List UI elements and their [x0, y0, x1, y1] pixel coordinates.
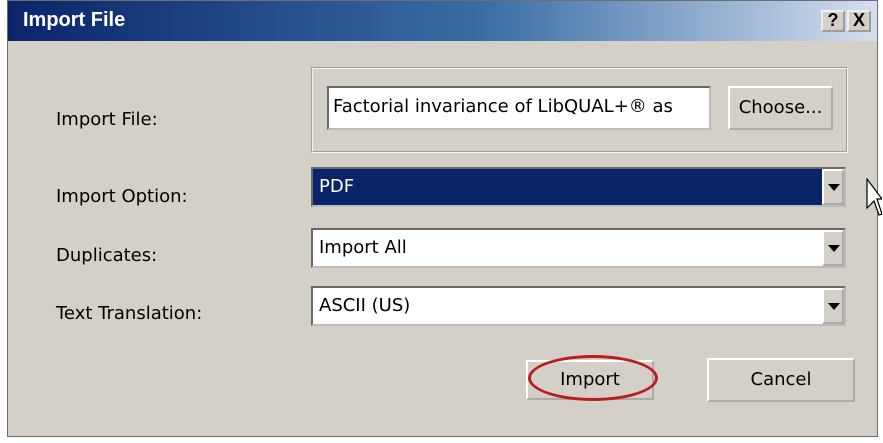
import-option-label: Import Option: — [56, 186, 188, 207]
annotation-highlight — [528, 355, 658, 401]
dropdown-arrow-icon[interactable] — [822, 169, 844, 205]
import-option-value: PDF — [319, 176, 355, 197]
import-file-field[interactable]: Factorial invariance of LibQUAL+® as — [327, 86, 711, 130]
choose-button[interactable]: Choose... — [728, 86, 833, 130]
cancel-button[interactable]: Cancel — [707, 358, 855, 402]
dropdown-arrow-icon[interactable] — [822, 230, 844, 266]
window-title: Import File — [23, 9, 126, 31]
close-icon[interactable]: X — [847, 10, 871, 32]
import-option-select[interactable]: PDF — [311, 167, 846, 207]
text-translation-value: ASCII (US) — [319, 295, 411, 316]
help-icon[interactable]: ? — [821, 10, 845, 32]
duplicates-select[interactable]: Import All — [311, 228, 846, 268]
import-file-label: Import File: — [56, 109, 158, 130]
duplicates-label: Duplicates: — [56, 245, 158, 266]
text-translation-select[interactable]: ASCII (US) — [311, 286, 846, 326]
dropdown-arrow-icon[interactable] — [822, 288, 844, 324]
title-bar[interactable]: Import File ? X — [8, 1, 877, 41]
import-file-dialog: Import File ? X Import File: Factorial i… — [7, 0, 878, 437]
duplicates-value: Import All — [319, 237, 407, 258]
mouse-cursor-icon — [866, 178, 882, 216]
text-translation-label: Text Translation: — [56, 303, 203, 324]
